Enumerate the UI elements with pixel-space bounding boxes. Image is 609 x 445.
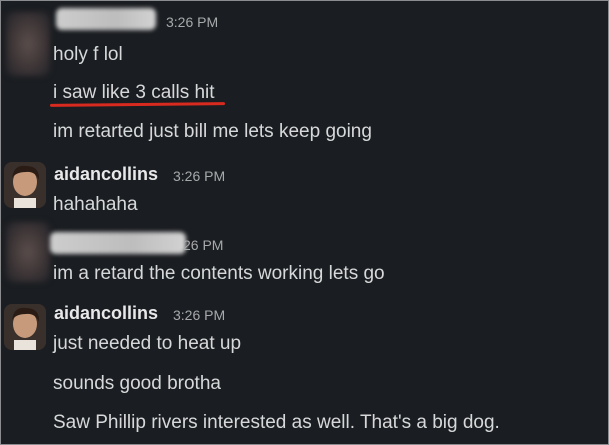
redacted-username: [50, 232, 186, 254]
avatar-redacted-user[interactable]: [6, 12, 50, 76]
message-line: im retarted just bill me lets keep going: [53, 121, 372, 142]
message-username[interactable]: aidancollins: [54, 303, 158, 324]
message-line: sounds good brotha: [53, 373, 221, 394]
message-line: holy f lol: [53, 44, 123, 65]
message-line: Saw Phillip rivers interested as well. T…: [53, 412, 500, 433]
message-line: hahahaha: [53, 194, 138, 215]
message-timestamp[interactable]: 3:26 PM: [166, 14, 218, 30]
avatar-redacted-user[interactable]: [6, 222, 50, 282]
avatar-aidancollins[interactable]: [4, 304, 46, 350]
message-timestamp[interactable]: 3:26 PM: [173, 168, 225, 184]
message-line: im a retard the contents working lets go: [53, 263, 385, 284]
redacted-username: [56, 8, 156, 30]
avatar-portrait-icon: [4, 304, 46, 350]
avatar-portrait-icon: [4, 162, 46, 208]
message-timestamp[interactable]: 3:26 PM: [173, 307, 225, 323]
message-line: just needed to heat up: [53, 333, 242, 354]
message-line: i saw like 3 calls hit: [53, 82, 215, 103]
avatar-aidancollins[interactable]: [4, 162, 46, 208]
message-username[interactable]: aidancollins: [54, 164, 158, 185]
message-timestamp[interactable]: 26 PM: [183, 237, 223, 253]
